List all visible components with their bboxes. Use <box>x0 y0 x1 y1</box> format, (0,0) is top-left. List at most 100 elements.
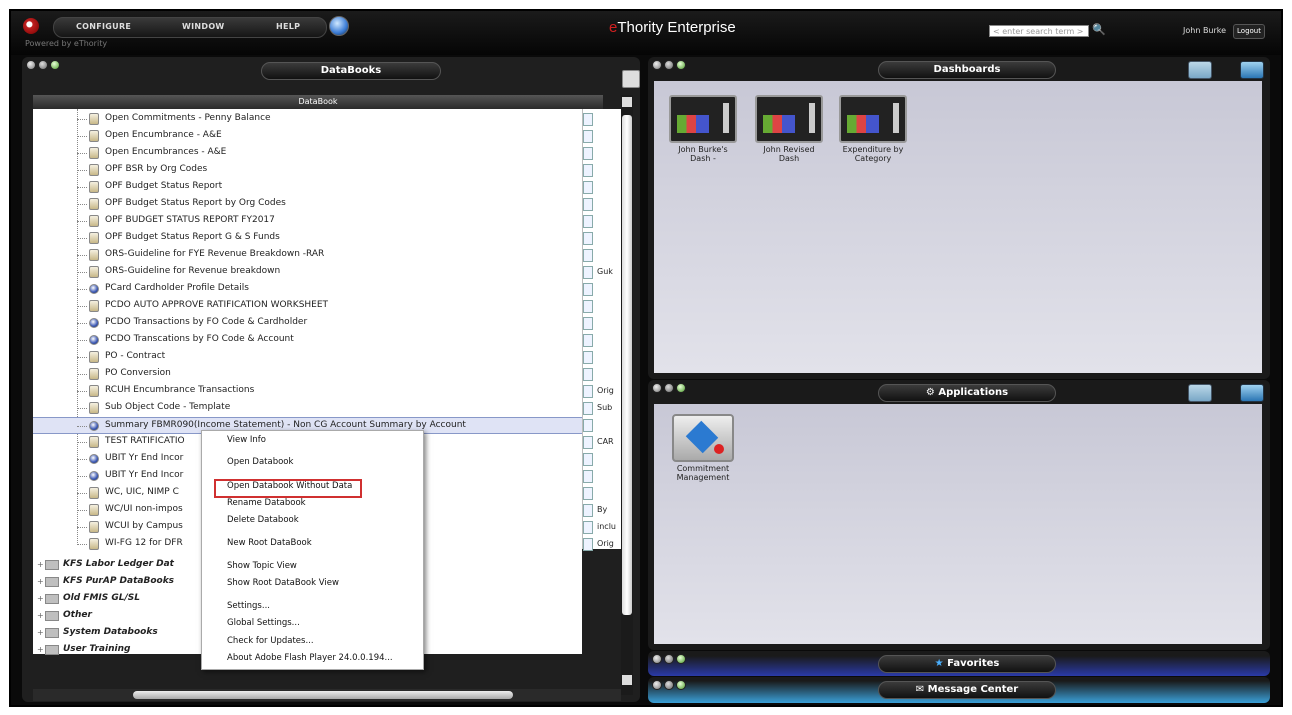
dashboard-tile[interactable]: Expenditure by Category <box>838 95 908 163</box>
menu-help[interactable]: HELP <box>276 22 300 31</box>
dashboard-tile[interactable]: John Revised Dash <box>754 95 824 163</box>
tree-branch-line <box>77 408 87 409</box>
ethority-logo-icon[interactable] <box>23 18 39 34</box>
vertical-scrollbar[interactable] <box>621 95 633 695</box>
context-menu-item[interactable]: Global Settings... <box>227 618 300 628</box>
scroll-up-icon[interactable] <box>622 97 632 107</box>
context-menu-item[interactable]: Check for Updates... <box>227 636 314 646</box>
expand-icon[interactable]: + <box>37 611 44 620</box>
grid-view-icon[interactable] <box>1240 384 1264 402</box>
tree-row-label: TEST RATIFICATIO <box>105 436 185 446</box>
tree-row[interactable]: OPF Budget Status Report <box>33 179 582 196</box>
databook-description-column: Guk Orig Sub CAR By inclu Orig <box>582 109 622 551</box>
description-cell-icon <box>583 504 593 517</box>
search-input[interactable]: < enter search term > <box>989 25 1089 37</box>
context-menu-item[interactable]: Show Root DataBook View <box>227 578 339 588</box>
databook-icon <box>89 284 99 294</box>
dashboard-tile[interactable]: John Burke's Dash - <box>668 95 738 163</box>
minimize-icon[interactable] <box>664 654 674 664</box>
close-icon[interactable] <box>652 680 662 690</box>
close-icon[interactable] <box>26 60 36 70</box>
horizontal-scrollbar[interactable] <box>33 689 621 701</box>
tree-row[interactable]: ORS-Guideline for Revenue breakdown <box>33 264 582 281</box>
message-center-title[interactable]: ✉ Message Center <box>878 681 1056 699</box>
new-dashboard-icon[interactable] <box>1188 61 1212 79</box>
close-icon[interactable] <box>652 654 662 664</box>
scroll-down-icon[interactable] <box>622 675 632 685</box>
tree-row[interactable]: Open Encumbrances - A&E <box>33 145 582 162</box>
tree-row[interactable]: OPF Budget Status Report G & S Funds <box>33 230 582 247</box>
grid-view-icon[interactable] <box>1240 61 1264 79</box>
expand-icon[interactable]: + <box>37 560 44 569</box>
minimize-icon[interactable] <box>38 60 48 70</box>
databooks-title: DataBooks <box>261 62 441 80</box>
context-menu-item[interactable]: About Adobe Flash Player 24.0.0.194... <box>227 653 393 663</box>
file-icon <box>89 504 99 516</box>
view-toggle-icon[interactable] <box>622 70 640 88</box>
tree-row[interactable]: PCDO Transactions by FO Code & Cardholde… <box>33 315 582 332</box>
context-menu-item[interactable]: Show Topic View <box>227 561 297 571</box>
application-tile[interactable]: Commitment Management <box>668 414 738 482</box>
tree-row[interactable]: PO Conversion <box>33 366 582 383</box>
expand-icon[interactable]: + <box>37 628 44 637</box>
tree-row-label: OPF BUDGET STATUS REPORT FY2017 <box>105 215 275 225</box>
refresh-icon[interactable] <box>329 16 349 36</box>
expand-icon[interactable]: + <box>37 645 44 654</box>
context-menu-item[interactable]: Open Databook <box>227 457 293 467</box>
search-icon[interactable]: 🔍 <box>1092 23 1106 37</box>
horizontal-scroll-thumb[interactable] <box>133 691 513 699</box>
maximize-icon[interactable] <box>676 60 686 70</box>
menu-configure[interactable]: CONFIGURE <box>76 22 131 31</box>
tree-row[interactable]: PCard Cardholder Profile Details <box>33 281 582 298</box>
close-icon[interactable] <box>652 383 662 393</box>
context-menu-item[interactable]: View Info <box>227 435 266 445</box>
tree-row[interactable]: Sub Object Code - Template <box>33 400 582 417</box>
app-window: Powered by eThority CONFIGURE WINDOW HEL… <box>9 9 1283 707</box>
tree-row[interactable]: OPF BUDGET STATUS REPORT FY2017 <box>33 213 582 230</box>
tree-branch-line <box>77 391 87 392</box>
context-menu-item[interactable]: Delete Databook <box>227 515 299 525</box>
description-cell-icon <box>583 147 593 160</box>
databook-icon <box>89 471 99 481</box>
tree-row-label: PCDO AUTO APPROVE RATIFICATION WORKSHEET <box>105 300 329 310</box>
minimize-icon[interactable] <box>664 383 674 393</box>
vertical-scroll-thumb[interactable] <box>622 115 632 615</box>
logout-button[interactable]: Logout <box>1233 24 1265 39</box>
tree-row[interactable]: PO - Contract <box>33 349 582 366</box>
tree-branch-line <box>77 442 87 443</box>
tree-row[interactable]: OPF Budget Status Report by Org Codes <box>33 196 582 213</box>
new-application-icon[interactable] <box>1188 384 1212 402</box>
tree-row-label: PCDO Transactions by FO Code & Cardholde… <box>105 317 308 327</box>
context-menu-item[interactable]: Rename Databook <box>227 498 306 508</box>
maximize-icon[interactable] <box>676 383 686 393</box>
context-menu-item[interactable]: Open Databook Without Data <box>227 481 352 491</box>
menu-window[interactable]: WINDOW <box>182 22 225 31</box>
tree-row[interactable]: ORS-Guideline for FYE Revenue Breakdown … <box>33 247 582 264</box>
minimize-icon[interactable] <box>664 680 674 690</box>
close-icon[interactable] <box>652 60 662 70</box>
tree-row[interactable]: PCDO Transcations by FO Code & Account <box>33 332 582 349</box>
minimize-icon[interactable] <box>664 60 674 70</box>
context-menu-item[interactable]: Settings... <box>227 601 270 611</box>
folder-icon <box>45 577 59 587</box>
description-cell-icon <box>583 232 593 245</box>
description-cell-icon <box>583 130 593 143</box>
maximize-icon[interactable] <box>676 680 686 690</box>
tree-branch-line <box>77 136 87 137</box>
tree-row[interactable]: Open Commitments - Penny Balance <box>33 111 582 128</box>
commitment-management-icon <box>672 414 734 462</box>
tree-row[interactable]: PCDO AUTO APPROVE RATIFICATION WORKSHEET <box>33 298 582 315</box>
expand-icon[interactable]: + <box>37 577 44 586</box>
context-menu-item[interactable]: New Root DataBook <box>227 538 312 548</box>
expand-icon[interactable]: + <box>37 594 44 603</box>
databook-column-header[interactable]: DataBook <box>33 95 603 109</box>
file-icon <box>89 385 99 397</box>
favorites-title[interactable]: ★ Favorites <box>878 655 1056 673</box>
tree-branch-line <box>77 527 87 528</box>
maximize-icon[interactable] <box>676 654 686 664</box>
tree-row[interactable]: Open Encumbrance - A&E <box>33 128 582 145</box>
tree-row[interactable]: OPF BSR by Org Codes <box>33 162 582 179</box>
tree-folder-label: System Databooks <box>63 627 158 637</box>
tree-row[interactable]: RCUH Encumbrance Transactions <box>33 383 582 400</box>
maximize-icon[interactable] <box>50 60 60 70</box>
